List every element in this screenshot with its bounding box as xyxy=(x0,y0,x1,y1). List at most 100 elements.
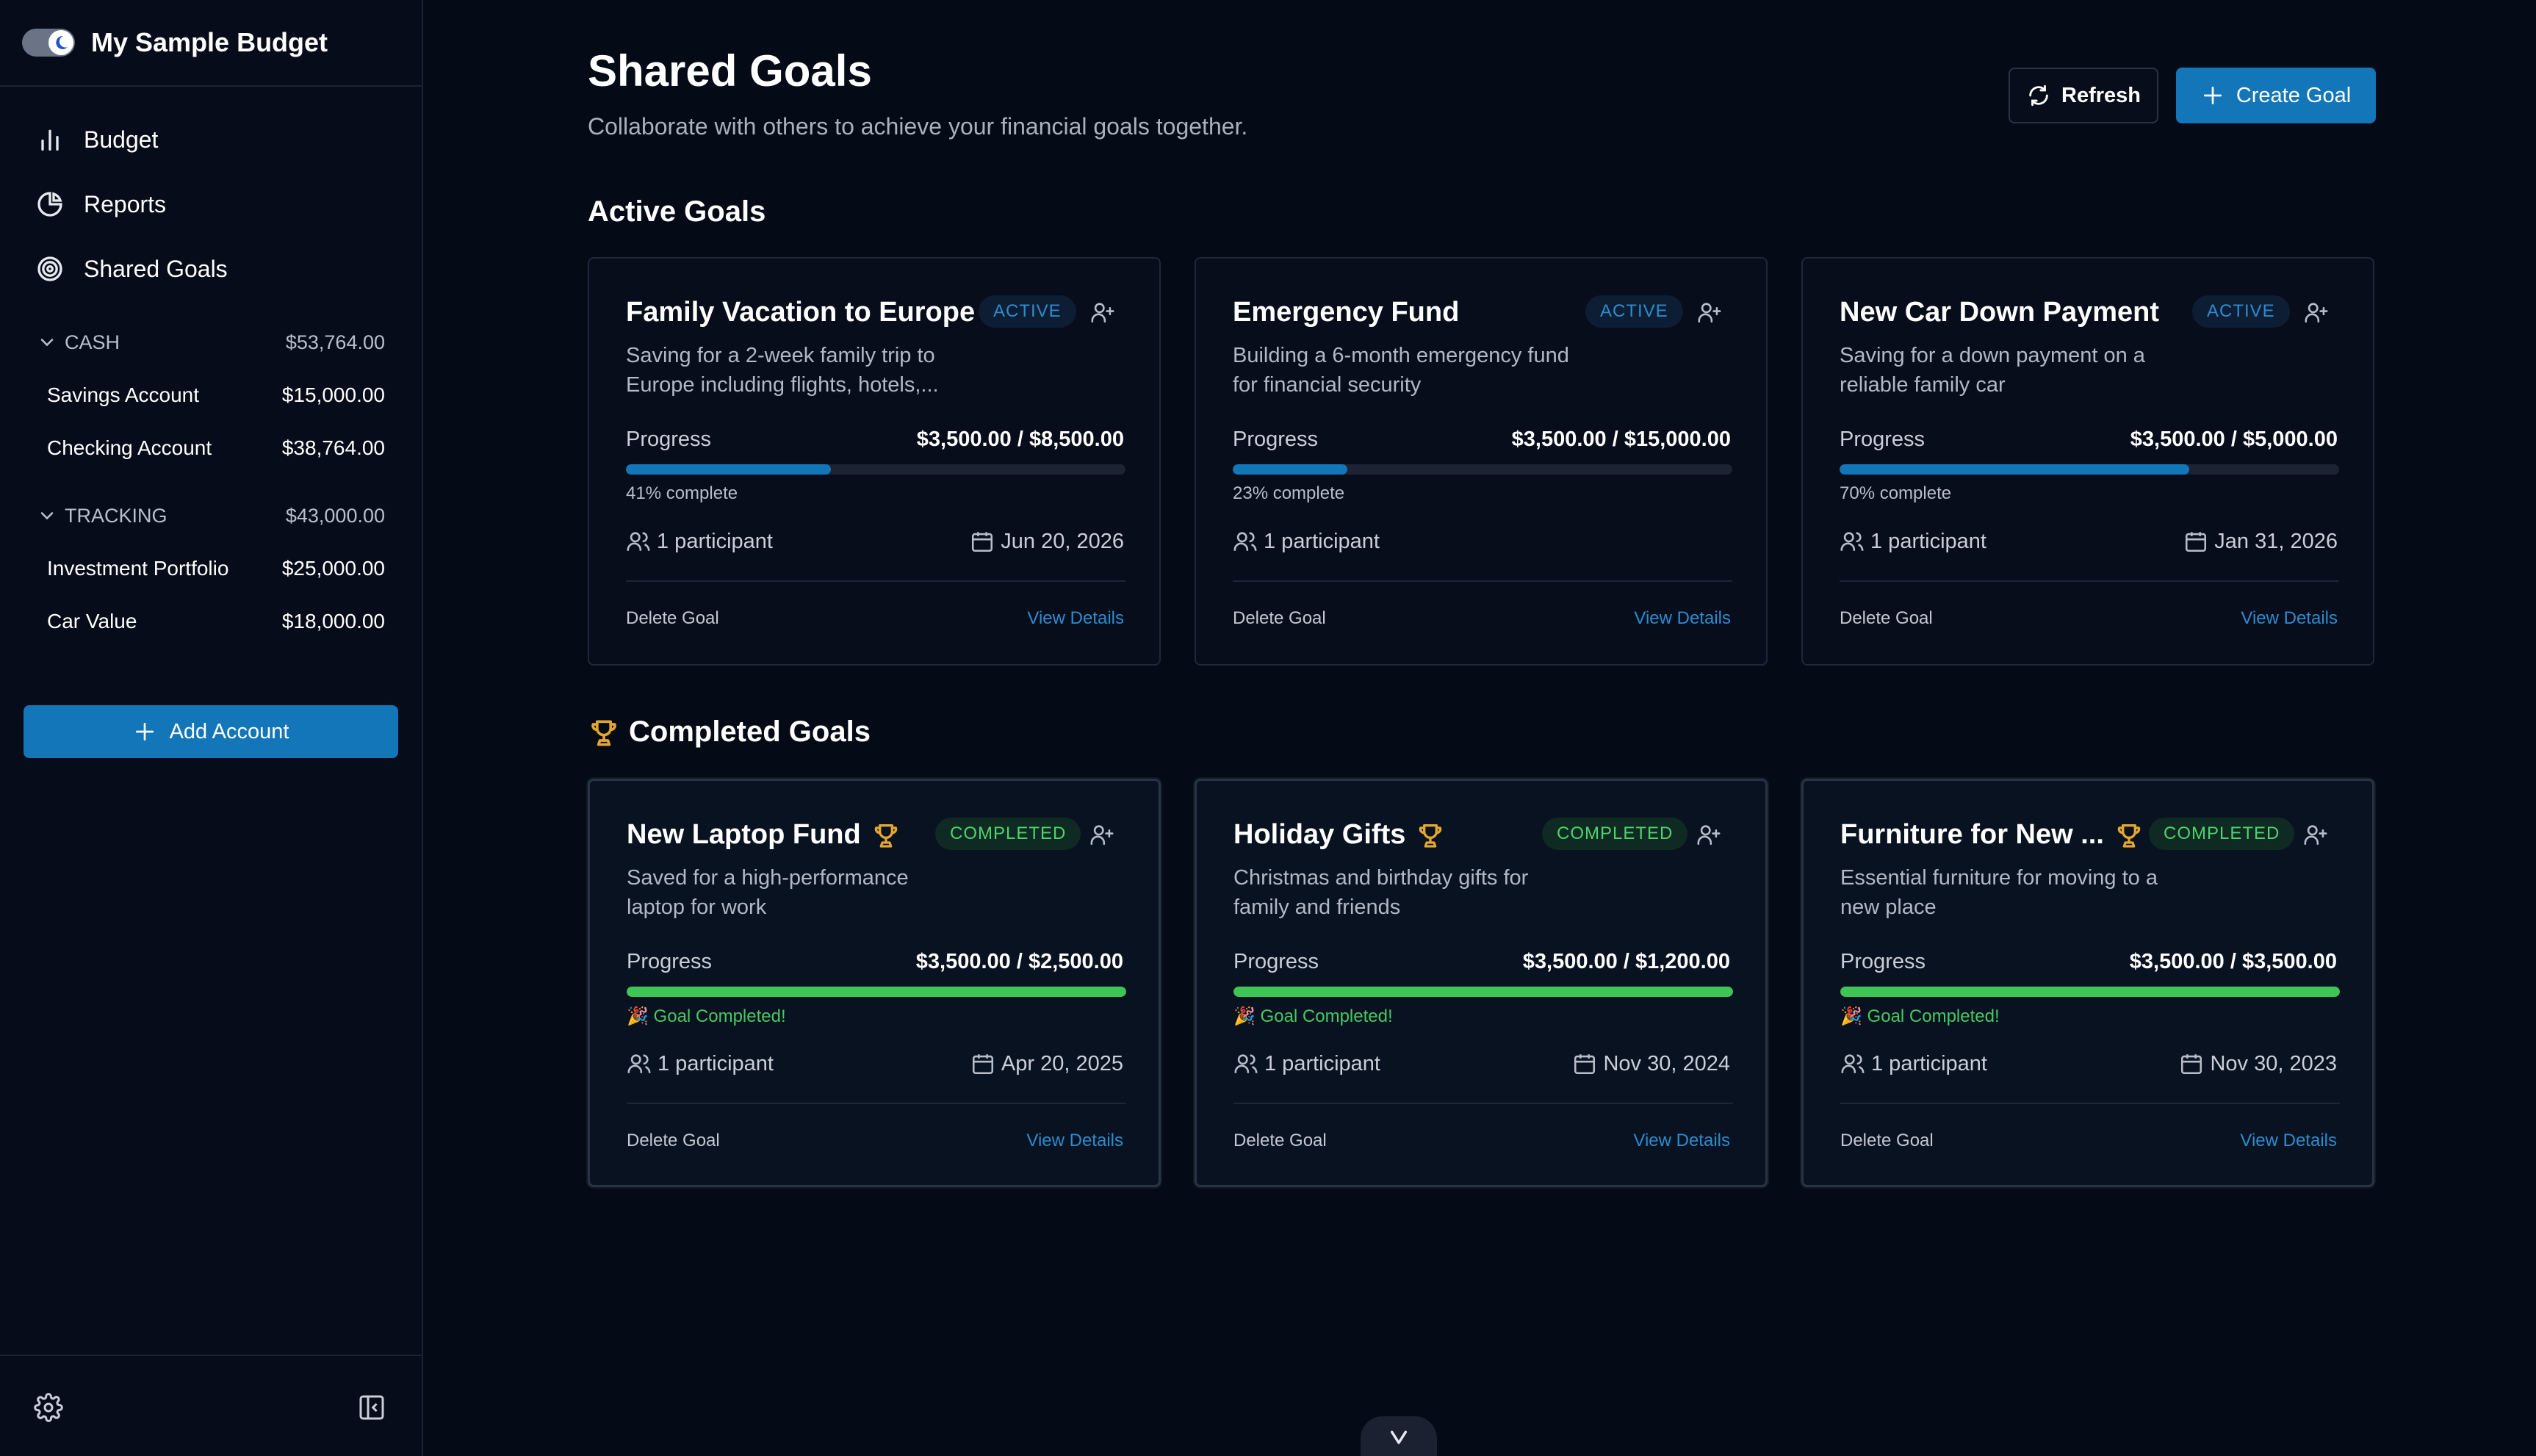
add-participant-icon[interactable] xyxy=(1696,822,1721,847)
add-participant-icon[interactable] xyxy=(2304,300,2329,325)
view-details-link[interactable]: View Details xyxy=(2240,1131,2337,1151)
calendar-icon xyxy=(2186,532,2207,552)
sidebar-item-shared-goals[interactable]: Shared Goals xyxy=(0,237,422,301)
progress-fill xyxy=(1840,464,2189,475)
delete-goal-button[interactable]: Delete Goal xyxy=(1233,608,1326,629)
chevron-down-icon xyxy=(40,339,54,347)
target-date: Nov 30, 2024 xyxy=(1572,1051,1730,1076)
active-goals-heading: Active Goals xyxy=(588,195,766,228)
calendar-icon xyxy=(1574,1054,1596,1075)
sidebar-item-budget[interactable]: Budget xyxy=(0,107,422,172)
account-balance: $15,000.00 xyxy=(281,383,385,406)
goal-title: Family Vacation to Europe xyxy=(626,297,976,328)
status-badge: ACTIVE xyxy=(979,295,1076,328)
trophy-icon xyxy=(591,720,616,746)
completed-goals-heading: Completed Goals xyxy=(588,716,871,749)
goal-card: Emergency Fund ACTIVE Building a 6-month… xyxy=(1195,257,1768,666)
users-icon xyxy=(1234,1054,1258,1073)
target-date-text: Nov 30, 2024 xyxy=(1603,1051,1730,1075)
participants-count: 1 participant xyxy=(658,1051,774,1075)
view-details-link[interactable]: View Details xyxy=(2241,608,2338,629)
account-group-name: CASH xyxy=(65,331,120,353)
account-balance: $38,764.00 xyxy=(281,436,385,459)
progress-bar xyxy=(627,987,1126,997)
goal-description: Essential furniture for moving to a new … xyxy=(1840,866,2158,919)
account-row[interactable]: Car Value $18,000.00 xyxy=(0,595,422,648)
account-name: Car Value xyxy=(47,610,137,633)
account-group-header[interactable]: CASH $53,764.00 xyxy=(0,316,422,369)
chevron-down-icon xyxy=(1390,1430,1408,1444)
collapse-sidebar-icon[interactable] xyxy=(357,1393,386,1422)
target-date: Apr 20, 2025 xyxy=(970,1051,1123,1076)
participants: 1 participant xyxy=(627,1051,774,1076)
calendar-icon xyxy=(972,1054,993,1075)
progress-note: 🎉 Goal Completed! xyxy=(1840,1006,2000,1026)
delete-goal-button[interactable]: Delete Goal xyxy=(1233,1131,1327,1151)
add-participant-icon[interactable] xyxy=(1697,300,1722,325)
add-account-button[interactable]: Add Account xyxy=(24,705,398,758)
progress-amount: $3,500.00 / $5,000.00 xyxy=(2130,428,2338,451)
progress-fill xyxy=(626,464,831,475)
calendar-icon xyxy=(972,532,993,552)
add-participant-icon[interactable] xyxy=(1090,300,1115,325)
progress-amount: $3,500.00 / $8,500.00 xyxy=(916,428,1124,451)
account-row[interactable]: Investment Portfolio $25,000.00 xyxy=(0,542,422,595)
participants-count: 1 participant xyxy=(1264,1051,1380,1075)
target-date: Nov 30, 2023 xyxy=(2179,1051,2337,1076)
participants: 1 participant xyxy=(1840,1051,1987,1076)
progress-amount: $3,500.00 / $1,200.00 xyxy=(1522,950,1730,973)
delete-goal-button[interactable]: Delete Goal xyxy=(1840,1131,1934,1151)
account-row[interactable]: Savings Account $15,000.00 xyxy=(0,369,422,422)
account-group-header[interactable]: TRACKING $43,000.00 xyxy=(0,489,422,542)
progress-bar xyxy=(1840,987,2340,997)
delete-goal-button[interactable]: Delete Goal xyxy=(627,1131,720,1151)
view-details-link[interactable]: View Details xyxy=(1633,1131,1730,1151)
sidebar: My Sample Budget Budget Reports Shared G… xyxy=(0,0,423,1456)
create-goal-button[interactable]: Create Goal xyxy=(2176,68,2376,123)
sidebar-item-label: Budget xyxy=(84,126,159,153)
account-name: Checking Account xyxy=(47,436,212,459)
target-icon xyxy=(37,256,62,281)
trophy-icon xyxy=(874,823,898,848)
plus-icon xyxy=(2203,87,2222,104)
refresh-button[interactable]: Refresh xyxy=(2009,68,2158,123)
add-participant-icon[interactable] xyxy=(2303,822,2328,847)
users-icon xyxy=(1233,532,1257,551)
trophy-icon xyxy=(2117,823,2141,848)
participants-count: 1 participant xyxy=(1870,529,1986,553)
progress-amount: $3,500.00 / $3,500.00 xyxy=(2129,950,2337,973)
sidebar-item-label: Reports xyxy=(84,190,167,217)
gear-icon[interactable] xyxy=(34,1393,63,1422)
moon-icon xyxy=(48,30,73,55)
progress-amount: $3,500.00 / $15,000.00 xyxy=(1511,428,1731,451)
section-title: Completed Goals xyxy=(629,716,871,748)
view-details-link[interactable]: View Details xyxy=(1634,608,1731,629)
goal-title: New Car Down Payment xyxy=(1840,297,2159,328)
view-details-link[interactable]: View Details xyxy=(1027,608,1124,629)
target-date-text: Jan 31, 2026 xyxy=(2214,529,2338,553)
card-divider xyxy=(1840,1103,2340,1104)
goal-description: Saved for a high-performance laptop for … xyxy=(627,866,909,919)
account-row[interactable]: Checking Account $38,764.00 xyxy=(0,422,422,475)
users-icon xyxy=(627,532,650,551)
card-divider xyxy=(1840,580,2339,582)
participants: 1 participant xyxy=(1233,529,1380,554)
sidebar-item-label: Shared Goals xyxy=(84,255,228,282)
theme-toggle[interactable] xyxy=(22,29,75,57)
sidebar-item-reports[interactable]: Reports xyxy=(0,172,422,237)
status-badge: COMPLETED xyxy=(935,818,1081,850)
view-details-link[interactable]: View Details xyxy=(1026,1131,1123,1151)
delete-goal-button[interactable]: Delete Goal xyxy=(1840,608,1933,629)
sidebar-footer xyxy=(0,1355,422,1456)
add-participant-icon[interactable] xyxy=(1089,822,1114,847)
goal-description: Saving for a 2-week family trip to Europ… xyxy=(626,344,939,397)
devtools-toggle[interactable] xyxy=(1361,1416,1437,1456)
calendar-icon xyxy=(2181,1054,2202,1075)
users-icon xyxy=(1841,1054,1865,1073)
goal-card: New Laptop Fund COMPLETED Saved for a hi… xyxy=(588,779,1161,1187)
progress-label: Progress xyxy=(1840,950,1926,973)
progress-note: 🎉 Goal Completed! xyxy=(627,1006,786,1026)
goal-title-text: Holiday Gifts xyxy=(1233,819,1406,850)
progress-note: 41% complete xyxy=(626,483,738,503)
delete-goal-button[interactable]: Delete Goal xyxy=(626,608,719,629)
